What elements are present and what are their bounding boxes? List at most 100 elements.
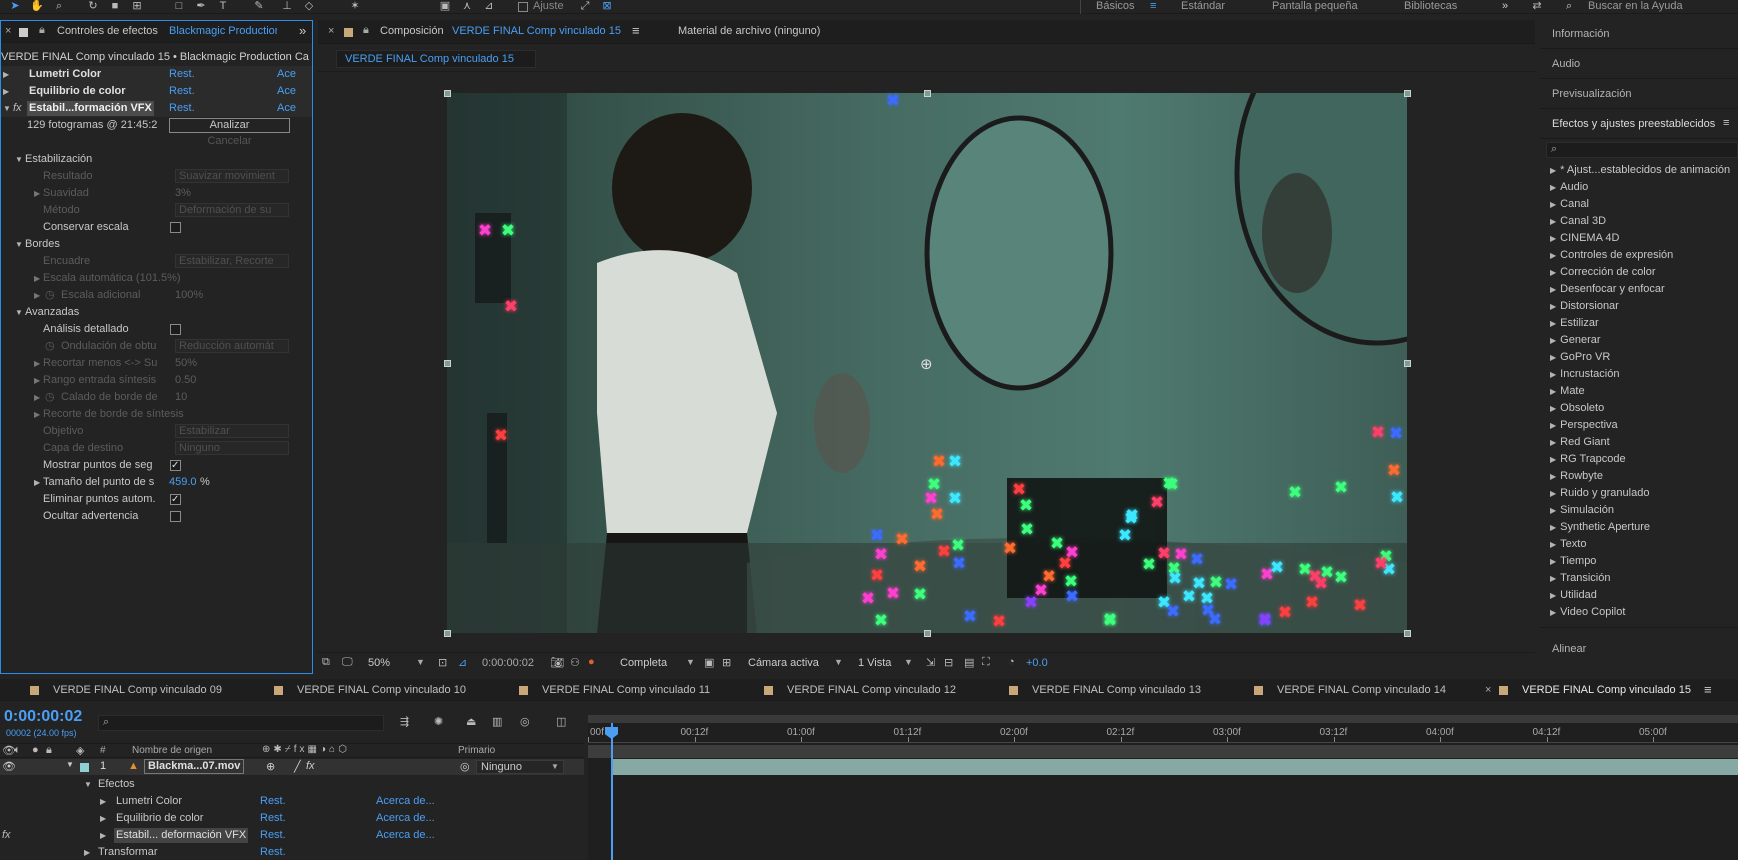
layer-row[interactable]: 👁︎ ▼ 1 ▲ Blackma...07.mov ⊕ ╱ fx ◎ Ningu… (0, 759, 584, 775)
expand-arrow-icon[interactable]: ▶ (1550, 302, 1556, 311)
expand-arrow-icon[interactable]: ▶ (100, 793, 106, 810)
expand-arrow-icon[interactable]: ▶ (1550, 404, 1556, 413)
expand-arrow-icon[interactable]: ▶ (34, 287, 40, 304)
effect-controls-tab[interactable]: Controles de efectos (57, 25, 158, 37)
quality-switch-icon[interactable]: ╱ (294, 760, 301, 773)
effect-about-link[interactable]: Ace (277, 66, 296, 83)
transparency-grid-icon[interactable]: ⊞ (722, 656, 731, 669)
effect-about-link[interactable]: Ace (277, 100, 296, 117)
help-search-input[interactable]: Buscar en la Ayuda (1588, 0, 1683, 12)
stopwatch-icon[interactable]: ◷ (45, 338, 55, 355)
playhead-handle[interactable] (605, 727, 618, 739)
channels-icon[interactable]: ● (588, 656, 595, 668)
flowchart-icon[interactable]: ⛶ (982, 656, 990, 669)
comp-mini-flowchart-icon[interactable]: ⇶ (400, 715, 409, 728)
timeline-effect-about[interactable]: Acerca de... (376, 827, 435, 844)
collapse-arrow-icon[interactable]: ▼ (3, 100, 11, 117)
fast-previews-icon[interactable]: ⊟ (944, 656, 953, 669)
transform-handle[interactable] (1404, 630, 1411, 637)
borders-group[interactable]: ▼ Bordes (1, 236, 312, 253)
effect-category-item[interactable]: ▶ Generar (1540, 332, 1738, 349)
close-panel-icon[interactable]: × (5, 25, 11, 37)
timeline-effect-row[interactable]: ▶ Lumetri Color Rest. Acerca de... (0, 793, 584, 810)
effect-category-item[interactable]: ▶ Estilizar (1540, 315, 1738, 332)
align-panel-title[interactable]: Alinear (1552, 643, 1586, 655)
collapse-arrow-icon[interactable]: ▼ (15, 236, 23, 253)
keep-scale-checkbox[interactable] (170, 222, 181, 233)
expand-arrow-icon[interactable]: ▶ (34, 406, 40, 423)
timeline-effect-reset[interactable]: Rest. (260, 793, 286, 810)
expand-arrow-icon[interactable]: ▶ (1550, 387, 1556, 396)
effect-category-item[interactable]: ▶ Perspectiva (1540, 417, 1738, 434)
fx-switch-icon[interactable]: fx (306, 760, 315, 772)
panel-menu-icon[interactable]: ≡ (1723, 117, 1729, 129)
selection-tool-icon[interactable]: ➤ (8, 0, 22, 13)
result-dropdown[interactable]: Suavizar movimient (175, 169, 289, 183)
source-name-column-header[interactable]: Nombre de origen (132, 745, 212, 756)
effect-category-item[interactable]: ▶ Distorsionar (1540, 298, 1738, 315)
effect-category-item[interactable]: ▶ Transición (1540, 570, 1738, 587)
hand-tool-icon[interactable]: ✋ (30, 0, 44, 13)
timeline-effect-row[interactable]: fx ▶ Estabil... deformación VFX Rest. Ac… (0, 827, 584, 844)
pen-tool-icon[interactable]: ✒ (194, 0, 208, 13)
timeline-effect-about[interactable]: Acerca de... (376, 810, 435, 827)
effect-reset-link[interactable]: Rest. (169, 66, 195, 83)
effect-category-item[interactable]: ▶ Video Copilot (1540, 604, 1738, 621)
info-panel-title[interactable]: Información (1540, 20, 1738, 49)
snapshot-icon[interactable]: 📷︎ (550, 656, 564, 669)
expand-arrow-icon[interactable]: ▶ (1550, 353, 1556, 362)
stopwatch-icon[interactable]: ◷ (45, 287, 55, 304)
pick-whip-icon[interactable]: ◎ (460, 760, 470, 773)
expand-arrow-icon[interactable]: ▶ (1550, 251, 1556, 260)
expand-arrow-icon[interactable]: ▶ (1550, 472, 1556, 481)
sync-settings-icon[interactable]: ⇄ (1530, 0, 1544, 13)
expand-arrow-icon[interactable]: ▶ (34, 355, 40, 372)
timeline-search-input[interactable]: ⌕ (98, 715, 384, 731)
panel-menu-icon[interactable]: ≡ (1704, 682, 1712, 697)
eraser-tool-icon[interactable]: ◇ (302, 0, 316, 13)
effect-category-item[interactable]: ▶ Utilidad (1540, 587, 1738, 604)
visibility-eye-icon[interactable]: 👁︎ (2, 760, 16, 773)
effects-group-row[interactable]: ▼ Efectos (0, 776, 584, 793)
timeline-comp-tab[interactable]: VERDE FINAL Comp vinculado 15 (1499, 679, 1691, 701)
timeline-comp-tab[interactable]: VERDE FINAL Comp vinculado 09 (30, 679, 222, 701)
expand-arrow-icon[interactable]: ▶ (1550, 608, 1556, 617)
effect-row-lumetri[interactable]: ▶ Lumetri Color Rest. Ace (1, 66, 312, 83)
monitor-icon[interactable]: 🖵︎ (342, 656, 353, 669)
work-area-bar[interactable] (588, 715, 1738, 723)
framing-dropdown[interactable]: Estabilizar, Recorte (175, 254, 289, 268)
expand-arrow-icon[interactable]: ▶ (1550, 523, 1556, 532)
effect-category-item[interactable]: ▶ Controles de expresión (1540, 247, 1738, 264)
type-tool-icon[interactable]: T (216, 0, 230, 13)
footage-tab[interactable]: Material de archivo (ninguno) (678, 25, 820, 37)
timeline-comp-tab[interactable]: VERDE FINAL Comp vinculado 13 (1009, 679, 1201, 701)
dest-layer-dropdown[interactable]: Ninguno (175, 441, 289, 455)
view-axis-icon[interactable]: ⊿ (482, 0, 496, 13)
stabilization-group[interactable]: ▼ Estabilización (1, 151, 312, 168)
transform-handle[interactable] (444, 630, 451, 637)
audio-panel-title[interactable]: Audio (1540, 50, 1738, 79)
workspace-bibliotecas[interactable]: Bibliotecas (1404, 0, 1457, 12)
effect-category-item[interactable]: ▶ Simulación (1540, 502, 1738, 519)
timeline-comp-tab[interactable]: VERDE FINAL Comp vinculado 11 (519, 679, 710, 701)
effects-presets-title[interactable]: Efectos y ajustes preestablecidos (1540, 110, 1738, 139)
clone-stamp-tool-icon[interactable]: ⊥ (280, 0, 294, 13)
effect-category-item[interactable]: ▶ Corrección de color (1540, 264, 1738, 281)
effect-category-item[interactable]: ▶ Canal 3D (1540, 213, 1738, 230)
shy-switch-icon[interactable]: ⊕ (266, 760, 275, 773)
zoom-dropdown[interactable]: 50% (368, 657, 390, 669)
toggle-pixel-aspect-icon[interactable]: ⇲ (926, 656, 935, 669)
resolution-dropdown[interactable]: Completa (620, 657, 667, 669)
lock-icon[interactable]: 🔒︎ (363, 24, 369, 37)
transform-handle[interactable] (924, 90, 931, 97)
effects-search-input[interactable]: ⌕ (1546, 142, 1738, 158)
transform-handle[interactable] (924, 630, 931, 637)
workspace-menu-icon[interactable]: ≡ (1150, 0, 1156, 12)
analyze-button[interactable]: Analizar (169, 118, 290, 133)
collapse-arrow-icon[interactable]: ▼ (15, 304, 23, 321)
effect-category-item[interactable]: ▶ Red Giant (1540, 434, 1738, 451)
collapse-arrow-icon[interactable]: ▼ (15, 151, 23, 168)
expand-arrow-icon[interactable]: ▶ (1550, 200, 1556, 209)
label-icon[interactable]: ◈ (76, 744, 84, 757)
expand-arrow-icon[interactable]: ▶ (34, 474, 40, 491)
